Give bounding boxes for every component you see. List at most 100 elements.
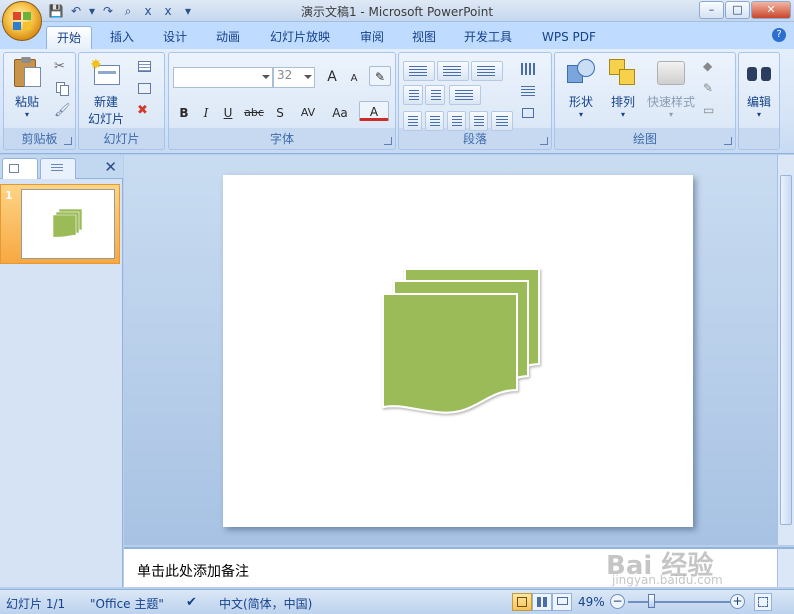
reset-icon[interactable] [137, 81, 153, 97]
notes-placeholder[interactable]: 单击此处添加备注 [137, 561, 249, 581]
slide-canvas[interactable] [223, 175, 693, 527]
main-vertical-scrollbar[interactable] [777, 155, 794, 545]
font-size-value: 32 [277, 68, 293, 82]
shrink-font-button[interactable]: A [343, 69, 365, 89]
tab-outline[interactable] [40, 158, 76, 179]
clear-format-icon[interactable]: ✎ [369, 66, 391, 86]
bold-button[interactable]: B [173, 103, 195, 123]
change-case-button[interactable]: Aa [325, 103, 355, 123]
tab-slide-show[interactable]: 幻灯片放映 [260, 26, 340, 49]
font-size-combo[interactable]: 32 [273, 67, 315, 88]
office-logo-icon [13, 12, 33, 32]
align-right-button[interactable] [447, 111, 466, 131]
font-name-combo[interactable] [173, 67, 273, 88]
line-spacing-button[interactable] [471, 61, 503, 81]
clipboard-launcher-icon[interactable] [64, 137, 72, 145]
slide-thumbnail-selected[interactable]: 1 [0, 184, 120, 264]
main-scroll-thumb[interactable] [780, 175, 792, 525]
fit-to-window-button[interactable] [754, 593, 772, 611]
arrange-label: 排列 [610, 95, 635, 109]
paste-label: 粘贴 [14, 95, 39, 109]
italic-button[interactable]: I [195, 103, 217, 123]
slide-number: 1 [5, 189, 13, 202]
quick-styles-dropdown-icon: ▾ [668, 110, 673, 119]
tab-view[interactable]: 视图 [402, 26, 446, 49]
drawing-group-label: 绘图 [632, 132, 657, 146]
font-color-button[interactable]: A [359, 101, 389, 121]
align-text-icon[interactable] [521, 83, 537, 99]
spellcheck-icon[interactable]: ✔ [186, 595, 197, 610]
editing-label: 编辑 [746, 95, 771, 109]
zoom-in-button[interactable]: + [730, 594, 745, 609]
shape-fill-icon[interactable]: ◆ [703, 59, 719, 75]
decrease-indent-button[interactable] [403, 85, 423, 105]
minimize-button[interactable]: – [699, 1, 724, 19]
text-shadow-button[interactable]: S [269, 103, 291, 123]
editing-button[interactable]: 编辑 ▾ [741, 57, 777, 119]
shapes-button[interactable]: 形状 ▾ [561, 57, 601, 119]
outline-icon [51, 164, 63, 173]
zoom-level[interactable]: 49% [578, 595, 605, 609]
close-button[interactable]: ✕ [751, 1, 791, 19]
maximize-button[interactable]: □ [725, 1, 750, 19]
numbering-button[interactable] [437, 61, 469, 81]
layout-icon[interactable] [137, 59, 153, 75]
increase-indent-button[interactable] [425, 85, 445, 105]
underline-button[interactable]: U [217, 103, 239, 123]
copy-icon[interactable] [54, 81, 70, 97]
text-direction-icon[interactable] [521, 61, 537, 77]
notes-scrollbar[interactable] [777, 549, 794, 587]
zoom-slider[interactable] [628, 601, 732, 603]
multidocument-shape[interactable] [223, 175, 693, 527]
slide-show-view-button[interactable] [552, 593, 572, 611]
tab-animations[interactable]: 动画 [206, 26, 250, 49]
shape-effects-icon[interactable]: ▭ [703, 103, 719, 119]
watermark-url: jingyan.baidu.com [612, 573, 723, 587]
paste-dropdown-icon: ▾ [24, 110, 29, 119]
slide-editing-area [124, 155, 794, 545]
close-pane-icon[interactable]: ✕ [104, 158, 117, 176]
slide-thumbnail[interactable] [21, 189, 115, 259]
zoom-out-button[interactable]: − [610, 594, 625, 609]
align-center-button[interactable] [425, 111, 444, 131]
status-bar: 幻灯片 1/1 "Office 主题" ✔ 中文(简体，中国) 49% − + [0, 589, 794, 614]
tab-home[interactable]: 开始 [46, 26, 93, 49]
arrange-button[interactable]: 排列 ▾ [603, 57, 643, 119]
paste-button[interactable]: 粘贴 ▾ [10, 57, 44, 119]
tab-slides-thumbnails[interactable] [2, 158, 38, 179]
help-icon[interactable]: ? [772, 28, 786, 42]
format-painter-icon[interactable]: 🖌 [54, 103, 71, 119]
distribute-button[interactable] [491, 111, 513, 131]
theme-status[interactable]: "Office 主题" [90, 595, 164, 612]
justify-button[interactable] [469, 111, 488, 131]
cut-icon[interactable]: ✂ [54, 59, 70, 75]
paragraph-launcher-icon[interactable] [540, 137, 548, 145]
thumbnail-multidocument-shape [52, 208, 83, 238]
bullets-button[interactable] [403, 61, 435, 81]
character-spacing-button[interactable]: AV [293, 103, 323, 123]
quick-styles-button[interactable]: 快速样式 ▾ [643, 57, 699, 119]
smartart-icon[interactable] [521, 105, 537, 121]
shape-outline-icon[interactable]: ✎ [703, 81, 719, 97]
tab-wps-pdf[interactable]: WPS PDF [532, 26, 606, 49]
tab-insert[interactable]: 插入 [100, 26, 144, 49]
align-left-button[interactable] [403, 111, 422, 131]
slide-count-status: 幻灯片 1/1 [6, 597, 66, 611]
slide-sorter-view-button[interactable] [532, 593, 552, 611]
normal-view-button[interactable] [512, 593, 532, 611]
grow-font-button[interactable]: A [321, 67, 343, 87]
tab-design[interactable]: 设计 [153, 26, 197, 49]
tab-developer[interactable]: 开发工具 [454, 26, 522, 49]
drawing-launcher-icon[interactable] [724, 137, 732, 145]
new-slide-icon: ✸ [90, 57, 122, 89]
language-status[interactable]: 中文(简体，中国) [219, 595, 312, 612]
strikethrough-button[interactable]: abc [241, 103, 267, 123]
ribbon-tabs: 开始 插入 设计 动画 幻灯片放映 审阅 视图 开发工具 WPS PDF ? [0, 22, 794, 49]
office-button[interactable] [2, 1, 42, 41]
tab-review[interactable]: 审阅 [350, 26, 394, 49]
columns-button[interactable] [449, 85, 481, 105]
new-slide-button[interactable]: ✸ 新建 幻灯片 [83, 57, 129, 127]
delete-slide-icon[interactable]: ✖ [137, 103, 153, 119]
zoom-slider-knob[interactable] [648, 594, 655, 608]
font-launcher-icon[interactable] [384, 137, 392, 145]
